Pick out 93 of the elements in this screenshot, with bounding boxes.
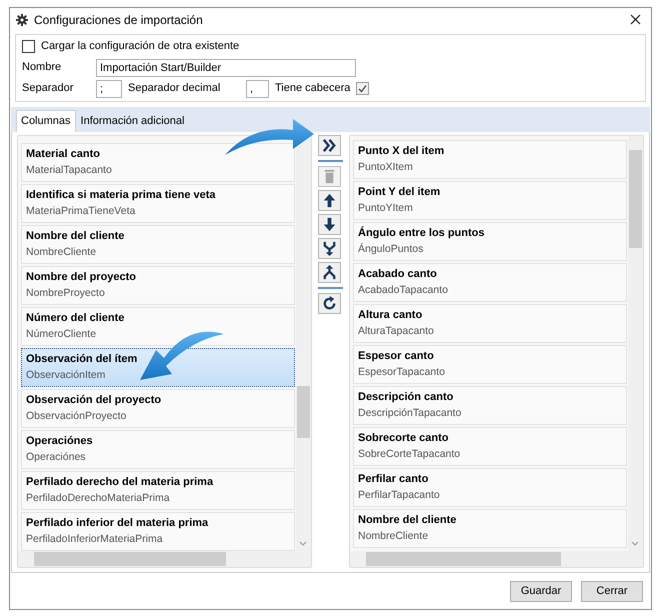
item-title: Número del cliente bbox=[26, 310, 126, 326]
refresh-icon bbox=[321, 294, 338, 312]
tab[interactable]: Información adicional bbox=[76, 110, 190, 132]
merge-icon bbox=[321, 240, 338, 256]
item-field-name: SobreCorteTapacanto bbox=[358, 446, 462, 462]
item-title: Point Y del item bbox=[358, 184, 442, 200]
item-title: Espesor canto bbox=[358, 348, 435, 364]
item-field-name: MaterialTapacanto bbox=[26, 162, 113, 178]
item-field-name: PuntoYItem bbox=[358, 200, 414, 216]
toolbar-button[interactable] bbox=[318, 292, 341, 314]
list-item[interactable]: Point Y del item PuntoYItem bbox=[353, 180, 627, 220]
item-field-name: ObservaciónItem bbox=[26, 368, 106, 383]
item-field-name: NombreProyecto bbox=[26, 286, 106, 301]
list-item[interactable]: Observación del ítem ObservaciónItem bbox=[21, 348, 295, 386]
scrollbar-thumb[interactable] bbox=[629, 150, 642, 248]
item-title: Altura canto bbox=[358, 308, 424, 323]
field-label: Nombre bbox=[22, 60, 62, 76]
toolbar-button[interactable] bbox=[318, 238, 341, 258]
list-item[interactable]: Espesor canto EspesorTapacanto bbox=[353, 344, 627, 384]
dialog-button[interactable]: Guardar bbox=[510, 580, 572, 602]
arrow-down-icon bbox=[321, 216, 338, 232]
item-field-name: AcabadoTapacanto bbox=[358, 282, 449, 298]
field-label: Separador bbox=[22, 81, 74, 96]
scrollbar-thumb[interactable] bbox=[366, 552, 561, 566]
list-item[interactable]: Altura canto AlturaTapacanto bbox=[353, 304, 627, 342]
item-title: Observación del proyecto bbox=[26, 392, 162, 408]
tab[interactable]: Columnas bbox=[16, 110, 76, 132]
scrollbar-thumb[interactable] bbox=[297, 386, 310, 438]
list-item[interactable]: Ángulo entre los puntos ÁnguloPuntos bbox=[353, 222, 627, 260]
list-item[interactable]: Sobrecorte canto SobreCorteTapacanto bbox=[353, 426, 627, 466]
checkbox[interactable] bbox=[356, 82, 370, 95]
checkbox-label: Cargar la configuración de otra existente bbox=[41, 39, 240, 54]
arrow-up-icon bbox=[321, 192, 338, 208]
item-field-name: PuntoXItem bbox=[358, 160, 414, 175]
list-item[interactable]: Observación del proyecto ObservaciónProyecto bbox=[21, 388, 295, 428]
item-field-name: MateriaPrimaTieneVeta bbox=[26, 204, 136, 219]
list-item[interactable]: Número del cliente NúmeroCliente bbox=[21, 306, 295, 346]
add-all-icon bbox=[321, 136, 338, 154]
split-icon bbox=[321, 264, 338, 280]
item-field-name: Operaciónes bbox=[26, 450, 87, 465]
toolbar-button[interactable] bbox=[318, 134, 341, 156]
item-field-name: PerfilarTapacanto bbox=[358, 488, 441, 503]
item-field-name: NombreCliente bbox=[358, 528, 430, 544]
item-title: Material canto bbox=[26, 146, 101, 162]
list-item[interactable]: Acabado canto AcabadoTapacanto bbox=[353, 262, 627, 302]
scrollbar-thumb[interactable] bbox=[34, 552, 226, 566]
toolbar-button[interactable] bbox=[318, 262, 341, 282]
window-title: Configuraciones de importación bbox=[34, 12, 203, 28]
list-item[interactable]: Material canto MaterialTapacanto bbox=[21, 142, 295, 182]
item-title: Perfilado inferior del materia prima bbox=[26, 516, 210, 531]
toolbar-button[interactable] bbox=[318, 190, 341, 210]
list-item[interactable]: Punto X del item PuntoXItem bbox=[353, 140, 627, 178]
item-field-name: PerfiladoInferiorMateriaPrima bbox=[26, 532, 164, 547]
item-title: Perfilar canto bbox=[358, 472, 430, 487]
name-field[interactable]: Importación Start/Builder bbox=[96, 58, 356, 76]
item-field-name: ObservaciónProyecto bbox=[26, 408, 128, 424]
item-title: Punto X del item bbox=[358, 144, 446, 159]
item-field-name: NombreCliente bbox=[26, 244, 98, 260]
separator-field[interactable]: ; bbox=[96, 80, 122, 98]
toolbar-button[interactable] bbox=[318, 214, 341, 234]
item-title: Ángulo entre los puntos bbox=[358, 225, 486, 241]
dialog-button[interactable]: Cerrar bbox=[581, 580, 643, 602]
list-item[interactable]: Perfilado derecho del materia prima PerfiladoDerechoMateriaPrima bbox=[21, 470, 295, 510]
list-item[interactable]: Nombre del proyecto NombreProyecto bbox=[21, 266, 295, 304]
item-field-name: EspesorTapacanto bbox=[358, 364, 446, 380]
item-title: Perfilado derecho del materia prima bbox=[26, 474, 214, 490]
item-title: Operaciónes bbox=[26, 434, 94, 449]
item-field-name: NúmeroCliente bbox=[26, 326, 98, 342]
item-title: Nombre del cliente bbox=[358, 512, 458, 528]
list-item[interactable]: Operaciónes Operaciónes bbox=[21, 430, 295, 468]
gear-icon bbox=[16, 14, 28, 26]
item-field-name: AlturaTapacanto bbox=[358, 324, 435, 339]
list-item[interactable]: Perfilado inferior del materia prima PerfiladoInferiorMateriaPrima bbox=[21, 512, 295, 550]
item-title: Acabado canto bbox=[358, 266, 438, 282]
decimal-separator-field[interactable]: , bbox=[246, 80, 269, 98]
field-label: Separador decimal bbox=[128, 81, 222, 96]
item-title: Identifica si materia prima tiene veta bbox=[26, 188, 217, 203]
item-title: Observación del ítem bbox=[26, 352, 138, 367]
item-field-name: ÁnguloPuntos bbox=[358, 242, 424, 257]
list-item[interactable]: Identifica si materia prima tiene veta MateriaPrimaTieneVeta bbox=[21, 184, 295, 222]
list-item[interactable]: Perfilar canto PerfilarTapacanto bbox=[353, 468, 627, 506]
item-field-name: DescripciónTapacanto bbox=[358, 406, 462, 421]
list-item[interactable]: Descripción canto DescripciónTapacanto bbox=[353, 386, 627, 424]
checkbox[interactable] bbox=[22, 40, 35, 53]
item-title: Descripción canto bbox=[358, 390, 454, 405]
close-icon bbox=[630, 14, 641, 25]
item-title: Nombre del cliente bbox=[26, 228, 126, 244]
list-item[interactable]: Nombre del cliente NombreCliente bbox=[21, 224, 295, 264]
list-item[interactable]: Nombre del cliente NombreCliente bbox=[353, 508, 627, 548]
checkbox-label: Tiene cabecera bbox=[275, 81, 350, 96]
item-field-name: PerfiladoDerechoMateriaPrima bbox=[26, 490, 171, 506]
item-title: Sobrecorte canto bbox=[358, 430, 450, 446]
item-title: Nombre del proyecto bbox=[26, 270, 138, 285]
